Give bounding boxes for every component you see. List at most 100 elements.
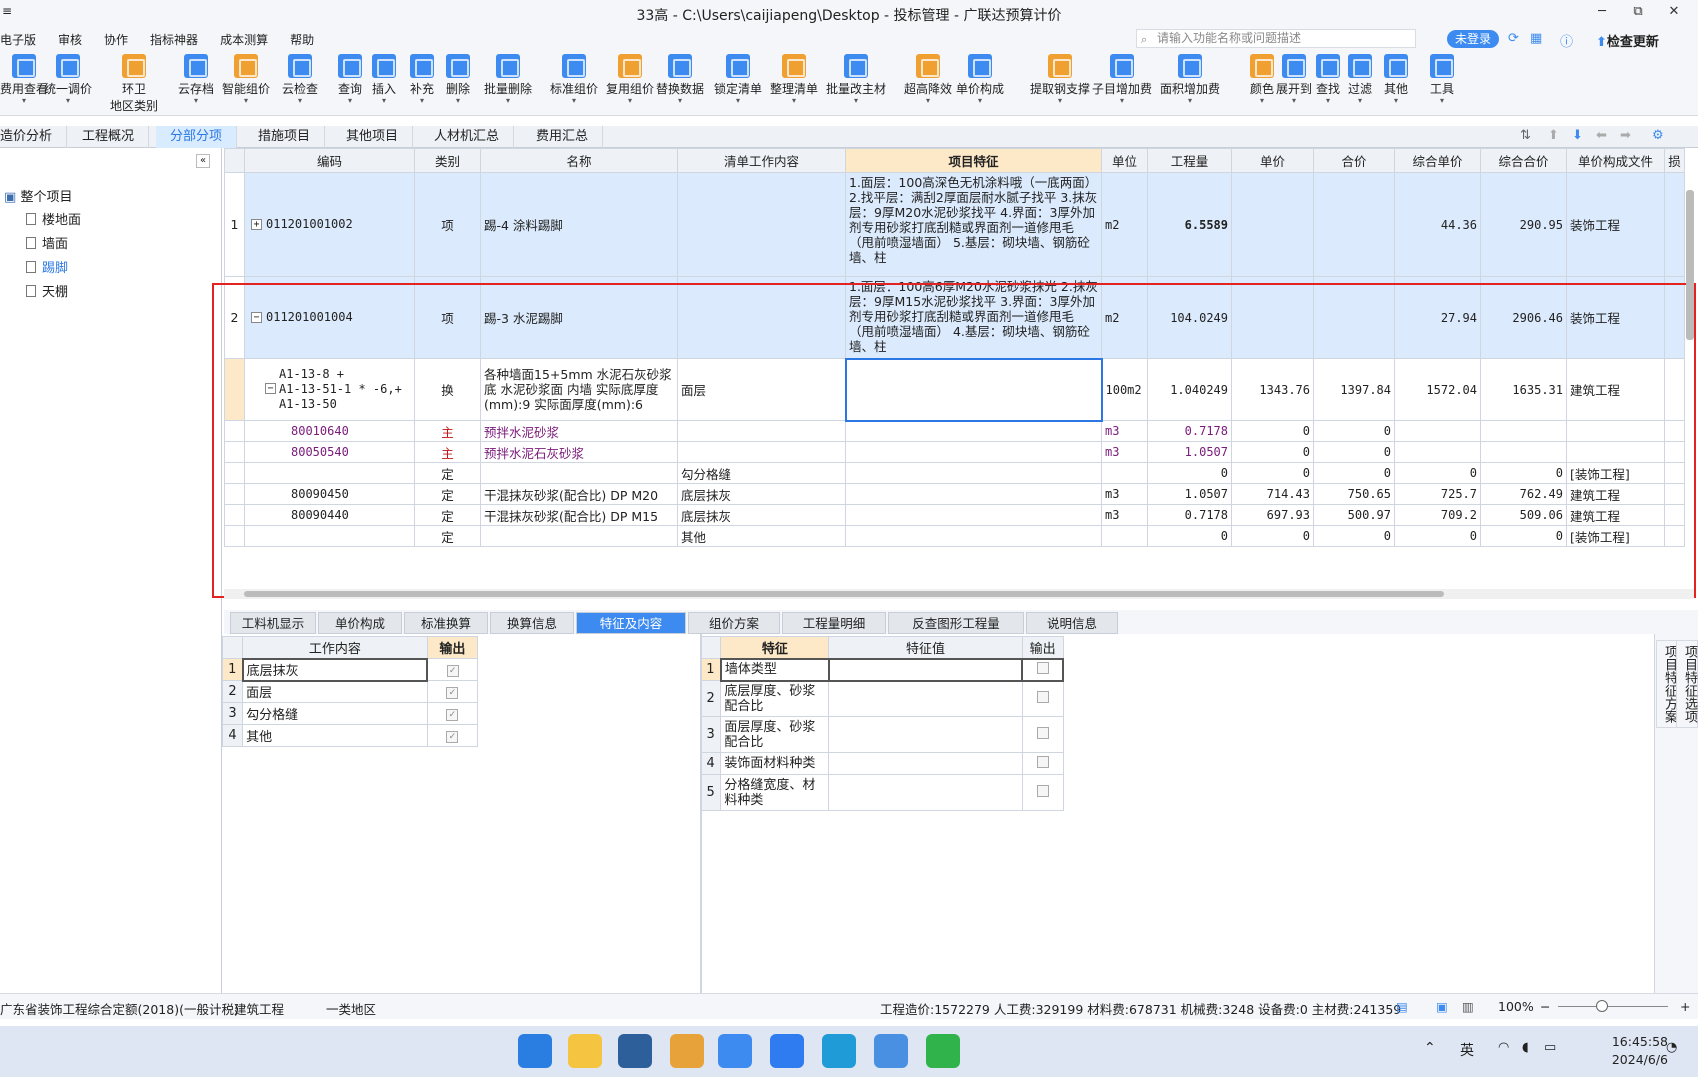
cell-price[interactable] xyxy=(1231,276,1314,359)
col-header[interactable]: 单价 xyxy=(1231,148,1314,173)
battery-icon[interactable]: ▭ xyxy=(1544,1040,1556,1055)
move-up-icon[interactable]: ⬆ xyxy=(1548,128,1559,143)
menu-item[interactable]: 协作 xyxy=(93,31,139,48)
work-row[interactable]: 2 面层 ✓ xyxy=(221,680,479,703)
work-content-cell[interactable]: 底层抹灰 xyxy=(241,657,429,682)
clock[interactable]: 16:45:58 2024/6/6 xyxy=(1612,1033,1668,1069)
cell-price[interactable]: 714.43 xyxy=(1231,483,1314,505)
toolbar-button[interactable]: 展开到 ▾ xyxy=(1276,54,1312,105)
info-icon[interactable]: ⓘ xyxy=(1560,31,1573,50)
move-left-icon[interactable]: ⬅ xyxy=(1596,128,1607,143)
vertical-scrollbar[interactable] xyxy=(1686,190,1694,340)
cell-total[interactable]: 500.97 xyxy=(1313,504,1395,526)
tree-root[interactable]: ▣ 整个项目 xyxy=(4,186,72,205)
cell-qty[interactable]: 6.5589 xyxy=(1147,172,1232,277)
cell-comp_price[interactable] xyxy=(1394,420,1481,442)
cell-price[interactable]: 1343.76 xyxy=(1231,358,1314,421)
notification-icon[interactable]: ◔ xyxy=(1666,1040,1677,1055)
col-header[interactable]: 单价构成文件 xyxy=(1566,148,1665,173)
cell-type[interactable]: 项 xyxy=(414,172,481,277)
toolbar-button[interactable]: 查询 ▾ xyxy=(338,54,362,105)
split-icon[interactable]: ▥ xyxy=(1462,999,1474,1014)
feature-name-cell[interactable]: 墙体类型 xyxy=(719,657,830,682)
toolbar-button[interactable]: 工具 ▾ xyxy=(1430,54,1454,105)
toolbar-button[interactable]: 统一调价 ▾ xyxy=(44,54,92,105)
work-row[interactable]: 1 底层抹灰 ✓ xyxy=(221,657,479,682)
col-header[interactable]: 输出 xyxy=(1021,636,1064,659)
output-checkbox[interactable] xyxy=(1036,690,1049,703)
cell-feature[interactable] xyxy=(845,462,1102,484)
cell-comp_price[interactable]: 1572.04 xyxy=(1394,358,1481,421)
toolbar-button[interactable]: 过滤 ▾ xyxy=(1348,54,1372,105)
collapse-tree-button[interactable]: « xyxy=(196,154,210,168)
cell-work[interactable]: 底层抹灰 xyxy=(677,504,846,526)
cell-unit[interactable]: m3 xyxy=(1101,420,1148,442)
cell-qty[interactable]: 1.0507 xyxy=(1147,441,1232,463)
cell-feature[interactable] xyxy=(845,525,1102,547)
col-header[interactable]: 项目特征 xyxy=(845,148,1102,173)
tab-std-conversion[interactable]: 标准换算 xyxy=(404,612,488,634)
menu-item[interactable]: 审核 xyxy=(47,31,93,48)
tab-sub-items[interactable]: 分部分项 xyxy=(156,126,238,148)
cell-name[interactable] xyxy=(480,462,678,484)
cell-feature[interactable] xyxy=(845,420,1102,442)
cell-code[interactable] xyxy=(244,525,415,547)
cell-name[interactable]: 踢-3 水泥踢脚 xyxy=(480,276,678,359)
col-header[interactable]: 类别 xyxy=(414,148,481,173)
feature-value-cell[interactable] xyxy=(828,680,1023,717)
close-button[interactable]: ✕ xyxy=(1662,4,1686,24)
wifi-icon[interactable]: ◠ xyxy=(1498,1040,1509,1055)
feature-value-cell[interactable] xyxy=(828,752,1023,775)
tree-item-ceiling[interactable]: 天棚 xyxy=(26,281,68,300)
cell-code[interactable]: 80090440 xyxy=(244,504,415,526)
cell-comp_price[interactable]: 0 xyxy=(1394,525,1481,547)
output-checkbox[interactable] xyxy=(1036,661,1049,674)
feishu-icon[interactable] xyxy=(770,1034,804,1068)
cell-type[interactable]: 定 xyxy=(414,504,481,526)
cell-unit[interactable]: m3 xyxy=(1101,441,1148,463)
scrollbar-thumb[interactable] xyxy=(244,591,1444,597)
cell-code[interactable]: 80050540 xyxy=(244,441,415,463)
cell-comp_total[interactable]: 0 xyxy=(1480,525,1567,547)
toolbar-button[interactable]: 复用组价 ▾ xyxy=(606,54,654,105)
cell-qty[interactable]: 0 xyxy=(1147,462,1232,484)
col-header[interactable]: 单位 xyxy=(1101,148,1148,173)
cell-loss[interactable] xyxy=(1664,358,1685,421)
cell-unit[interactable] xyxy=(1101,525,1148,547)
cell-work[interactable] xyxy=(677,172,846,277)
col-header[interactable]: 名称 xyxy=(480,148,678,173)
cell-type[interactable]: 项 xyxy=(414,276,481,359)
cell-comp_price[interactable]: 44.36 xyxy=(1394,172,1481,277)
tray-chevron-icon[interactable]: ⌃ xyxy=(1424,1040,1436,1056)
tree-item-skirting[interactable]: 踢脚 xyxy=(26,257,68,276)
cell-feature[interactable] xyxy=(845,504,1102,526)
menu-item[interactable]: 成本测算 xyxy=(209,31,279,48)
feature-value-cell[interactable] xyxy=(828,716,1023,753)
edge-icon[interactable] xyxy=(822,1034,856,1068)
sync-icon[interactable]: ⟳ xyxy=(1508,31,1519,46)
bill-row[interactable]: 定勾分格缝 0 0 0 0 0 [装饰工程] xyxy=(224,462,1685,484)
cad-icon[interactable] xyxy=(618,1034,652,1068)
tab-conversion-info[interactable]: 换算信息 xyxy=(490,612,574,634)
col-header[interactable]: 工作内容 xyxy=(242,636,428,659)
cell-code[interactable]: − A1-13-8 + A1-13-51-1 * -6,+ A1-13-50 xyxy=(244,358,415,421)
toolbar-button[interactable]: 颜色 ▾ xyxy=(1250,54,1274,105)
tab-labor-material[interactable]: 人材机汇总 xyxy=(420,126,515,148)
cell-qty[interactable]: 0 xyxy=(1147,525,1232,547)
output-checkbox[interactable]: ✓ xyxy=(446,709,459,721)
toolbar-button[interactable]: 子目增加费 ▾ xyxy=(1092,54,1152,105)
tab-fee-summary[interactable]: 费用汇总 xyxy=(522,126,604,148)
cell-code[interactable]: −011201001004 xyxy=(244,276,415,359)
output-checkbox[interactable]: ✓ xyxy=(446,731,459,743)
cell-work[interactable]: 勾分格缝 xyxy=(677,462,846,484)
col-header[interactable]: 工程量 xyxy=(1147,148,1232,173)
cell-feature[interactable] xyxy=(845,441,1102,463)
cell-code[interactable]: 80010640 xyxy=(244,420,415,442)
tab-features[interactable]: 特征及内容 xyxy=(576,612,686,634)
settings-icon[interactable]: ⚙ xyxy=(1652,128,1664,143)
cell-type[interactable]: 主 xyxy=(414,420,481,442)
tab-pricing-scheme[interactable]: 组价方案 xyxy=(688,612,780,634)
cell-name[interactable]: 预拌水泥砂浆 xyxy=(480,420,678,442)
cell-loss[interactable] xyxy=(1664,172,1685,277)
cell-file[interactable]: 建筑工程 xyxy=(1566,358,1665,421)
